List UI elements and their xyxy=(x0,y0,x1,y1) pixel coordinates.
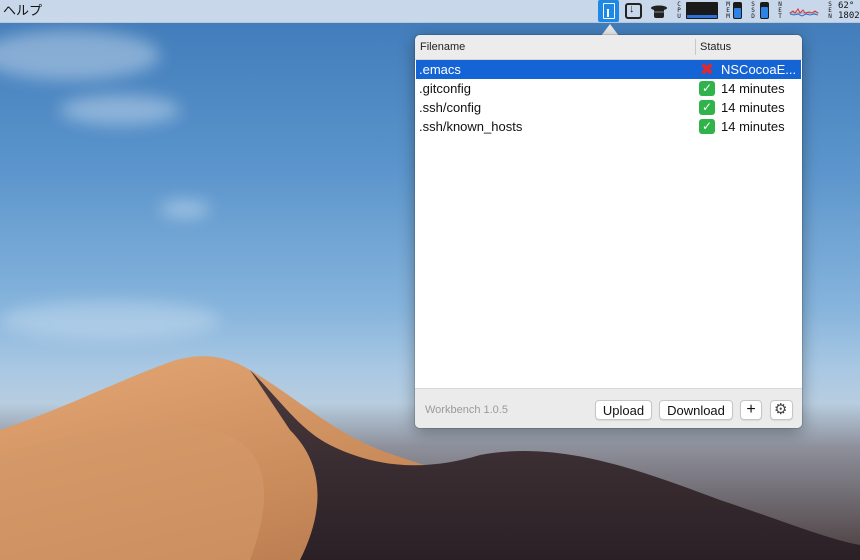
table-header: Filename Status xyxy=(415,35,802,60)
green-check-icon: ✓ xyxy=(699,81,715,96)
fan-rpm-value: 1802 xyxy=(838,11,860,21)
add-button[interactable]: + xyxy=(740,400,762,420)
red-x-icon: ✖ xyxy=(699,61,715,78)
row-filename: .ssh/known_hosts xyxy=(419,119,523,134)
green-check-icon: ✓ xyxy=(699,119,715,134)
table-row[interactable]: .emacs ✖ NSCocoaE... xyxy=(416,60,801,79)
column-header-filename[interactable]: Filename xyxy=(420,41,465,53)
download-icon[interactable]: ↓ xyxy=(625,3,642,19)
settings-button[interactable]: ⚙ xyxy=(770,400,793,420)
table-row[interactable]: .ssh/known_hosts ✓ 14 minutes xyxy=(416,117,801,136)
sen-label: SEN xyxy=(828,1,832,20)
sensor-readout[interactable]: 62° 1802 xyxy=(838,1,860,21)
row-status: ✖ NSCocoaE... xyxy=(699,61,799,78)
row-status-text: 14 minutes xyxy=(721,81,785,96)
table-row[interactable]: .ssh/config ✓ 14 minutes xyxy=(416,98,801,117)
ssd-gauge[interactable] xyxy=(760,2,769,19)
popover-footer: Workbench 1.0.5 Upload Download + ⚙ xyxy=(415,388,802,428)
menu-bar: ヘルプ ↓ CPU MEM SSD NET SEN 62° 1802 xyxy=(0,0,860,23)
row-status-text: NSCocoaE... xyxy=(721,62,797,77)
file-table: .emacs ✖ NSCocoaE... .gitconfig ✓ 14 min… xyxy=(416,60,801,388)
workbench-icon[interactable] xyxy=(598,0,619,22)
column-header-status[interactable]: Status xyxy=(700,41,731,53)
download-button[interactable]: Download xyxy=(659,400,733,420)
row-status-text: 14 minutes xyxy=(721,100,785,115)
hat-icon[interactable] xyxy=(650,2,668,20)
menu-help[interactable]: ヘルプ xyxy=(3,3,42,19)
row-filename: .ssh/config xyxy=(419,100,482,115)
row-status: ✓ 14 minutes xyxy=(699,118,799,135)
column-divider[interactable] xyxy=(695,39,696,55)
row-status-text: 14 minutes xyxy=(721,119,785,134)
table-row[interactable]: .gitconfig ✓ 14 minutes xyxy=(416,79,801,98)
ssd-label: SSD xyxy=(751,1,755,20)
workbench-popover: Filename Status .emacs ✖ NSCocoaE... .gi… xyxy=(415,35,802,428)
green-check-icon: ✓ xyxy=(699,100,715,115)
temperature-value: 62° xyxy=(838,1,855,11)
row-filename: .gitconfig xyxy=(419,81,472,96)
upload-button[interactable]: Upload xyxy=(595,400,652,420)
row-filename: .emacs xyxy=(419,62,461,77)
net-graph[interactable] xyxy=(789,3,819,18)
cpu-label: CPU xyxy=(677,1,681,20)
row-status: ✓ 14 minutes xyxy=(699,99,799,116)
gear-icon: ⚙ xyxy=(774,401,788,418)
row-status: ✓ 14 minutes xyxy=(699,80,799,97)
version-label: Workbench 1.0.5 xyxy=(425,404,508,416)
net-label: NET xyxy=(778,1,782,20)
mem-label: MEM xyxy=(726,1,730,20)
cpu-graph[interactable] xyxy=(686,2,718,19)
mem-gauge[interactable] xyxy=(733,2,742,19)
